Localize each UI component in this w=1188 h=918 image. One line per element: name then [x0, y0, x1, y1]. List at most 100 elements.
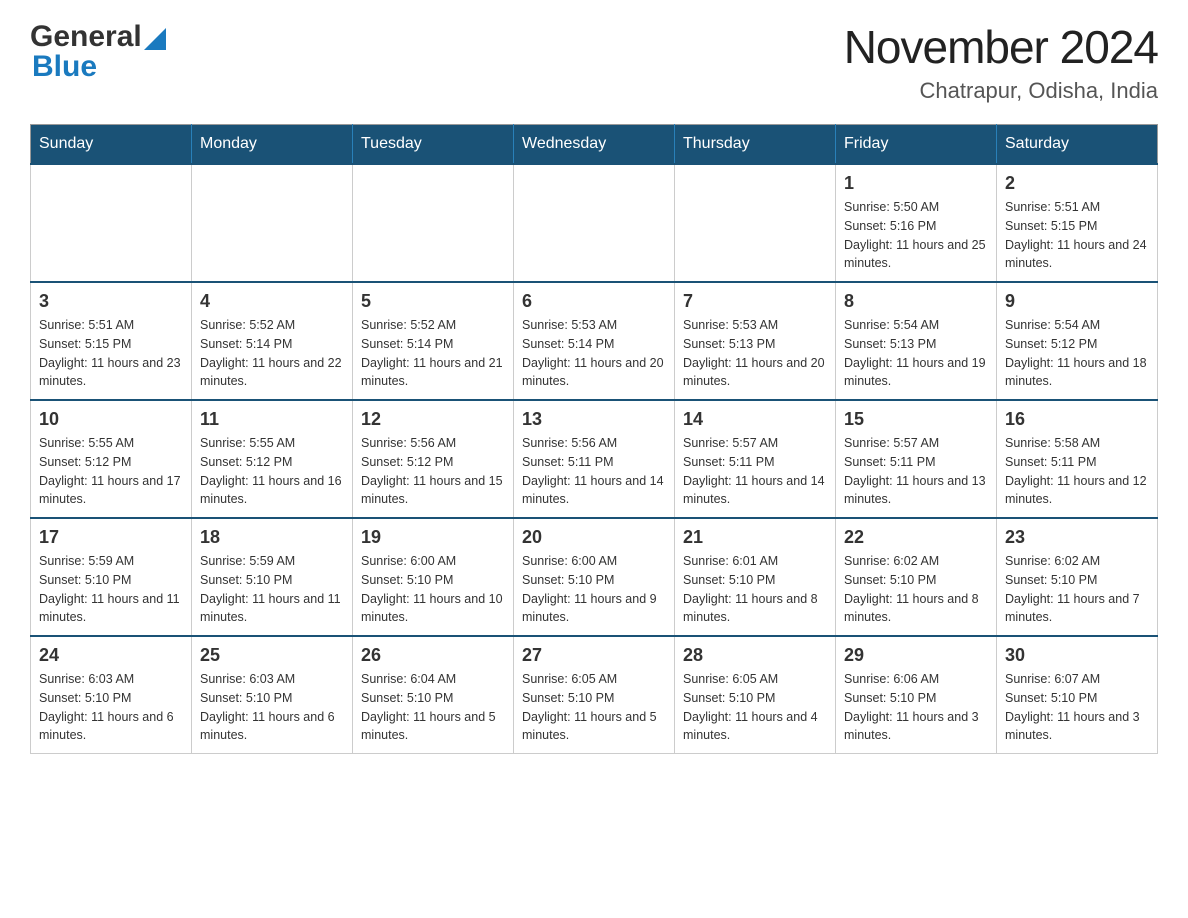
day-info: Sunrise: 5:52 AMSunset: 5:14 PMDaylight:… — [200, 316, 344, 391]
weekday-header-sunday: Sunday — [31, 125, 192, 165]
calendar-cell: 12Sunrise: 5:56 AMSunset: 5:12 PMDayligh… — [353, 400, 514, 518]
weekday-header-friday: Friday — [836, 125, 997, 165]
day-number: 27 — [522, 645, 666, 666]
day-number: 17 — [39, 527, 183, 548]
calendar-cell: 15 Sunrise: 5:57 AMSunset: 5:11 PMDayligh… — [836, 400, 997, 518]
calendar-cell: 3 Sunrise: 5:51 AMSunset: 5:15 PMDaylight… — [31, 282, 192, 400]
day-info: Sunrise: 5:57 AMSunset: 5:11 PMDaylight:… — [683, 434, 827, 509]
day-number: 25 — [200, 645, 344, 666]
calendar-cell: 18 Sunrise: 5:59 AMSunset: 5:10 PMDayligh… — [192, 518, 353, 636]
day-info: Sunrise: 5:51 AMSunset: 5:15 PMDaylight:… — [1005, 198, 1149, 273]
day-info: Sunrise: 5:56 AMSunset: 5:12 PMDaylight:… — [361, 434, 505, 509]
day-info: Sunrise: 6:06 AMSunset: 5:10 PMDaylight:… — [844, 670, 988, 745]
day-number: 15 — [844, 409, 988, 430]
day-number: 2 — [1005, 173, 1149, 194]
calendar-cell: 25 Sunrise: 6:03 AMSunset: 5:10 PMDayligh… — [192, 636, 353, 754]
day-info: Sunrise: 6:00 AMSunset: 5:10 PMDaylight:… — [361, 552, 505, 627]
day-number: 5 — [361, 291, 505, 312]
day-number: 29 — [844, 645, 988, 666]
day-number: 4 — [200, 291, 344, 312]
calendar-cell: 5Sunrise: 5:52 AMSunset: 5:14 PMDaylight… — [353, 282, 514, 400]
logo: General Blue — [30, 20, 166, 84]
weekday-header-row: SundayMondayTuesdayWednesdayThursdayFrid… — [31, 125, 1158, 165]
calendar-week-row: 3 Sunrise: 5:51 AMSunset: 5:15 PMDaylight… — [31, 282, 1158, 400]
day-info: Sunrise: 5:54 AMSunset: 5:13 PMDaylight:… — [844, 316, 988, 391]
calendar-cell: 17 Sunrise: 5:59 AMSunset: 5:10 PMDayligh… — [31, 518, 192, 636]
day-info: Sunrise: 6:07 AMSunset: 5:10 PMDaylight:… — [1005, 670, 1149, 745]
calendar-cell — [353, 164, 514, 282]
calendar-cell: 29 Sunrise: 6:06 AMSunset: 5:10 PMDayligh… — [836, 636, 997, 754]
location-title: Chatrapur, Odisha, India — [844, 78, 1158, 104]
day-number: 11 — [200, 409, 344, 430]
calendar-cell: 19Sunrise: 6:00 AMSunset: 5:10 PMDayligh… — [353, 518, 514, 636]
day-info: Sunrise: 5:56 AMSunset: 5:11 PMDaylight:… — [522, 434, 666, 509]
calendar-cell: 30Sunrise: 6:07 AMSunset: 5:10 PMDayligh… — [997, 636, 1158, 754]
day-info: Sunrise: 6:02 AMSunset: 5:10 PMDaylight:… — [1005, 552, 1149, 627]
day-info: Sunrise: 6:04 AMSunset: 5:10 PMDaylight:… — [361, 670, 505, 745]
calendar-cell: 22 Sunrise: 6:02 AMSunset: 5:10 PMDayligh… — [836, 518, 997, 636]
day-info: Sunrise: 6:03 AMSunset: 5:10 PMDaylight:… — [200, 670, 344, 745]
day-number: 9 — [1005, 291, 1149, 312]
day-number: 21 — [683, 527, 827, 548]
logo-general-text: General — [30, 20, 142, 54]
day-info: Sunrise: 6:00 AMSunset: 5:10 PMDaylight:… — [522, 552, 666, 627]
day-info: Sunrise: 5:57 AMSunset: 5:11 PMDaylight:… — [844, 434, 988, 509]
calendar-cell: 21 Sunrise: 6:01 AMSunset: 5:10 PMDayligh… — [675, 518, 836, 636]
calendar-cell: 10Sunrise: 5:55 AMSunset: 5:12 PMDayligh… — [31, 400, 192, 518]
calendar-cell: 26 Sunrise: 6:04 AMSunset: 5:10 PMDayligh… — [353, 636, 514, 754]
calendar-cell: 1Sunrise: 5:50 AMSunset: 5:16 PMDaylight… — [836, 164, 997, 282]
logo-triangle-icon — [144, 28, 166, 50]
day-info: Sunrise: 6:02 AMSunset: 5:10 PMDaylight:… — [844, 552, 988, 627]
day-number: 16 — [1005, 409, 1149, 430]
day-info: Sunrise: 6:05 AMSunset: 5:10 PMDaylight:… — [683, 670, 827, 745]
calendar-cell — [192, 164, 353, 282]
day-number: 26 — [361, 645, 505, 666]
day-info: Sunrise: 5:58 AMSunset: 5:11 PMDaylight:… — [1005, 434, 1149, 509]
day-number: 8 — [844, 291, 988, 312]
day-info: Sunrise: 5:55 AMSunset: 5:12 PMDaylight:… — [39, 434, 183, 509]
calendar-week-row: 1Sunrise: 5:50 AMSunset: 5:16 PMDaylight… — [31, 164, 1158, 282]
weekday-header-saturday: Saturday — [997, 125, 1158, 165]
day-number: 1 — [844, 173, 988, 194]
day-number: 6 — [522, 291, 666, 312]
calendar-cell: 6 Sunrise: 5:53 AMSunset: 5:14 PMDaylight… — [514, 282, 675, 400]
day-info: Sunrise: 6:05 AMSunset: 5:10 PMDaylight:… — [522, 670, 666, 745]
calendar-cell — [514, 164, 675, 282]
day-info: Sunrise: 6:01 AMSunset: 5:10 PMDaylight:… — [683, 552, 827, 627]
day-number: 20 — [522, 527, 666, 548]
day-number: 22 — [844, 527, 988, 548]
day-number: 28 — [683, 645, 827, 666]
month-title: November 2024 — [844, 20, 1158, 74]
calendar-cell: 11 Sunrise: 5:55 AMSunset: 5:12 PMDayligh… — [192, 400, 353, 518]
calendar-cell — [675, 164, 836, 282]
day-info: Sunrise: 5:51 AMSunset: 5:15 PMDaylight:… — [39, 316, 183, 391]
day-info: Sunrise: 5:53 AMSunset: 5:13 PMDaylight:… — [683, 316, 827, 391]
day-info: Sunrise: 5:53 AMSunset: 5:14 PMDaylight:… — [522, 316, 666, 391]
calendar-cell: 24Sunrise: 6:03 AMSunset: 5:10 PMDayligh… — [31, 636, 192, 754]
day-info: Sunrise: 6:03 AMSunset: 5:10 PMDaylight:… — [39, 670, 183, 745]
calendar-table: SundayMondayTuesdayWednesdayThursdayFrid… — [30, 124, 1158, 754]
day-info: Sunrise: 5:59 AMSunset: 5:10 PMDaylight:… — [39, 552, 183, 627]
calendar-week-row: 17 Sunrise: 5:59 AMSunset: 5:10 PMDayligh… — [31, 518, 1158, 636]
calendar-cell — [31, 164, 192, 282]
calendar-cell: 14Sunrise: 5:57 AMSunset: 5:11 PMDayligh… — [675, 400, 836, 518]
day-info: Sunrise: 5:59 AMSunset: 5:10 PMDaylight:… — [200, 552, 344, 627]
day-number: 13 — [522, 409, 666, 430]
day-info: Sunrise: 5:54 AMSunset: 5:12 PMDaylight:… — [1005, 316, 1149, 391]
calendar-cell: 9 Sunrise: 5:54 AMSunset: 5:12 PMDaylight… — [997, 282, 1158, 400]
calendar-cell: 4 Sunrise: 5:52 AMSunset: 5:14 PMDaylight… — [192, 282, 353, 400]
logo-blue-text: Blue — [32, 50, 97, 84]
calendar-cell: 13 Sunrise: 5:56 AMSunset: 5:11 PMDayligh… — [514, 400, 675, 518]
day-info: Sunrise: 5:55 AMSunset: 5:12 PMDaylight:… — [200, 434, 344, 509]
calendar-cell: 28 Sunrise: 6:05 AMSunset: 5:10 PMDayligh… — [675, 636, 836, 754]
calendar-cell: 7 Sunrise: 5:53 AMSunset: 5:13 PMDaylight… — [675, 282, 836, 400]
calendar-cell: 2 Sunrise: 5:51 AMSunset: 5:15 PMDaylight… — [997, 164, 1158, 282]
calendar-cell: 27 Sunrise: 6:05 AMSunset: 5:10 PMDayligh… — [514, 636, 675, 754]
calendar-cell: 16 Sunrise: 5:58 AMSunset: 5:11 PMDayligh… — [997, 400, 1158, 518]
day-number: 7 — [683, 291, 827, 312]
day-number: 18 — [200, 527, 344, 548]
calendar-cell: 23Sunrise: 6:02 AMSunset: 5:10 PMDayligh… — [997, 518, 1158, 636]
weekday-header-tuesday: Tuesday — [353, 125, 514, 165]
calendar-week-row: 10Sunrise: 5:55 AMSunset: 5:12 PMDayligh… — [31, 400, 1158, 518]
day-number: 3 — [39, 291, 183, 312]
